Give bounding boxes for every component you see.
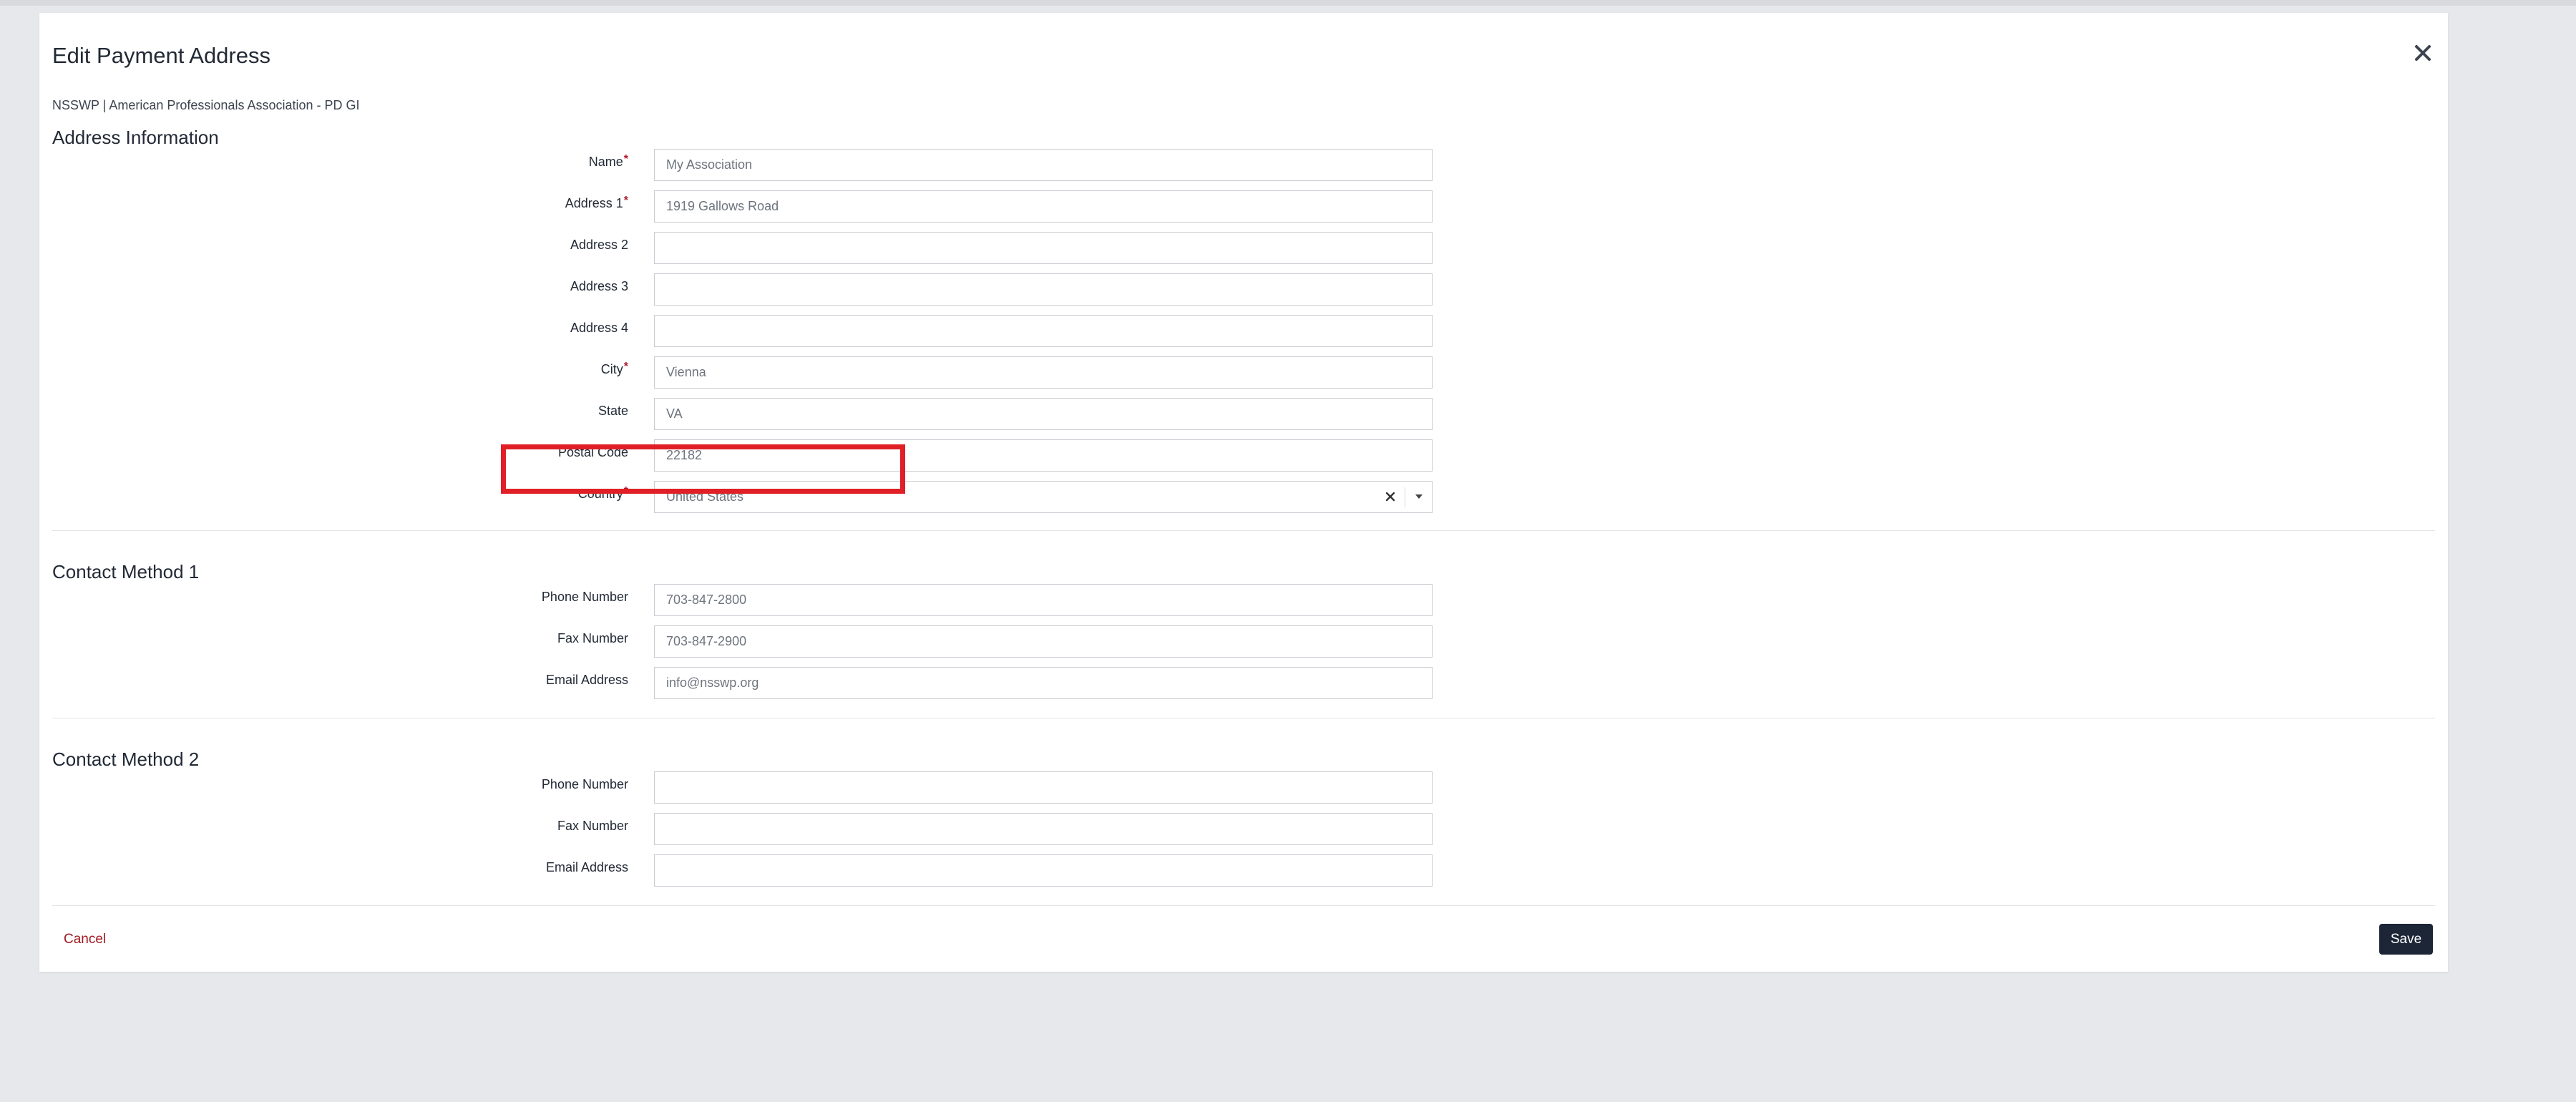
contact2-phone-label: Phone Number — [541, 777, 628, 791]
contact2-email-label: Email Address — [545, 860, 628, 874]
address3-field[interactable] — [654, 273, 1433, 306]
country-select[interactable]: United States — [654, 481, 1433, 513]
section-divider — [52, 530, 2435, 531]
contact1-email-label: Email Address — [545, 673, 628, 687]
city-label: City* — [600, 361, 628, 376]
state-field[interactable] — [654, 398, 1433, 430]
name-label: Name* — [588, 153, 628, 169]
country-clear-button[interactable] — [1381, 487, 1400, 506]
contact1-email-field[interactable] — [654, 667, 1433, 699]
address4-label: Address 4 — [570, 321, 628, 335]
chevron-down-icon — [1415, 494, 1423, 499]
contact2-fax-label: Fax Number — [557, 819, 628, 833]
city-field[interactable] — [654, 356, 1433, 389]
edit-payment-address-modal: Edit Payment Address NSSWP | American Pr… — [39, 13, 2448, 972]
contact1-section-title: Contact Method 1 — [52, 561, 200, 582]
close-button[interactable] — [2409, 39, 2437, 67]
postal-code-field[interactable] — [654, 439, 1433, 472]
clear-icon — [1385, 492, 1395, 502]
country-label: Country* — [577, 485, 628, 501]
address4-field[interactable] — [654, 315, 1433, 347]
country-selected-value: United States — [666, 489, 744, 504]
contact1-fax-field[interactable] — [654, 625, 1433, 658]
postal-code-label: Postal Code — [557, 445, 628, 459]
contact1-fax-label: Fax Number — [557, 631, 628, 645]
footer-divider — [52, 905, 2435, 906]
address2-field[interactable] — [654, 232, 1433, 264]
top-bar — [0, 0, 2576, 6]
contact2-section-title: Contact Method 2 — [52, 749, 200, 770]
contact1-phone-label: Phone Number — [541, 590, 628, 604]
address3-label: Address 3 — [570, 279, 628, 293]
contact2-fax-field[interactable] — [654, 813, 1433, 845]
modal-title: Edit Payment Address — [52, 43, 270, 68]
country-dropdown-toggle[interactable] — [1410, 487, 1428, 506]
contact2-email-field[interactable] — [654, 854, 1433, 887]
close-icon — [2415, 45, 2431, 61]
save-button[interactable]: Save — [2379, 924, 2433, 955]
cancel-button[interactable]: Cancel — [64, 932, 106, 947]
address2-label: Address 2 — [570, 238, 628, 252]
address-section-title: Address Information — [52, 127, 219, 148]
modal-subtitle: NSSWP | American Professionals Associati… — [52, 98, 360, 112]
name-field[interactable] — [654, 149, 1433, 181]
state-label: State — [597, 404, 628, 418]
contact2-phone-field[interactable] — [654, 771, 1433, 804]
address1-field[interactable] — [654, 190, 1433, 223]
contact1-phone-field[interactable] — [654, 584, 1433, 616]
address1-label: Address 1* — [565, 195, 628, 210]
